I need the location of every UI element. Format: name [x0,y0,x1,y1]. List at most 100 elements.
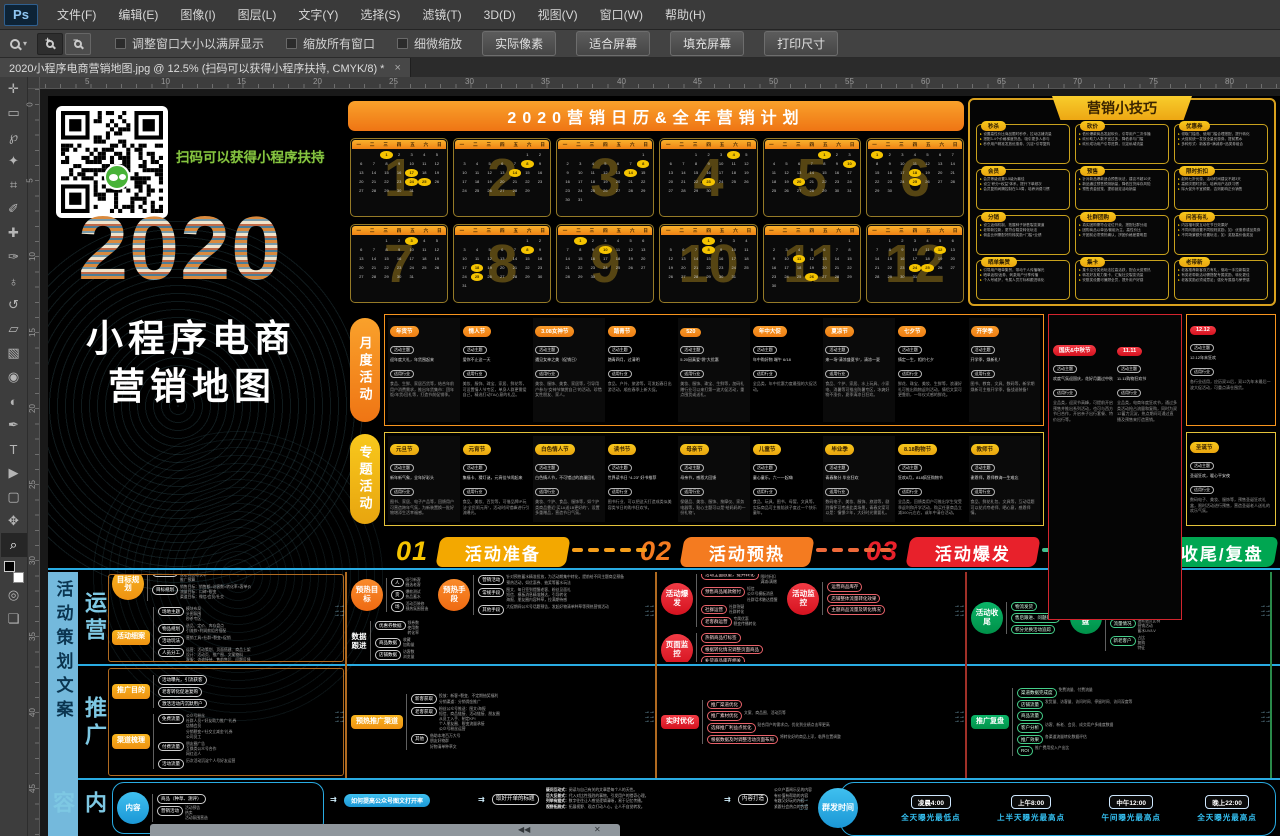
day-number: 8 [871,160,884,168]
close-tab-icon[interactable]: × [394,62,400,74]
day-number: 22 [637,178,650,186]
menu-item-1[interactable]: 编辑(E) [107,0,169,30]
flow-arrow-icon: ⇉ [478,795,485,804]
taskbar-hint-icon[interactable]: ◀◀ [518,825,530,834]
menu-item-6[interactable]: 滤镜(T) [411,0,472,30]
taskbar-hint-icon[interactable]: ✕ [594,825,601,834]
history-brush-tool-icon[interactable]: ↺ [1,293,27,317]
tips-cards: 秒杀▸设置高性价比商品限时秒杀，拉动店铺流量▸搭配3-4个价格梯度货品，吸引更多… [976,124,1268,300]
day-number: 12 [624,246,637,254]
clone-stamp-tool-icon[interactable]: ♁ [1,269,27,293]
option-checkbox-1[interactable]: 缩放所有窗口 [286,35,375,52]
lasso-tool-icon[interactable]: ℘ [1,125,27,149]
option-button-3[interactable]: 打印尺寸 [764,31,838,56]
document-tab[interactable]: 2020小程序电商营销地图.jpg @ 12.5% (扫码可以获得小程序扶持, … [0,58,411,77]
activity-badge: 3.08女神节 [535,326,574,337]
day-number: 20 [793,178,806,186]
industry-pill: 适用行业 [608,370,632,378]
move-tool-icon[interactable]: ✛ [1,77,27,101]
menu-item-0[interactable]: 文件(F) [46,0,107,30]
mindmap-branch: 场地主题模块布局头图氛围秒杀专区 [158,607,251,622]
taskbar-hint[interactable]: ◀◀ ✕ [150,824,620,836]
zoom-tool-icon[interactable]: ⌕ [1,533,27,557]
weekday-label: 二 [576,228,581,234]
activity-badge: 教师节 [971,444,1000,455]
column-divider [1270,572,1272,778]
tip-text: 秒杀用户精准发放优惠券，沉淀+引导复购 [983,142,1050,147]
bullet-lead: 列举有据式： [546,799,569,803]
day-number: 9 [587,246,600,254]
dodge-tool-icon[interactable]: ◐ [1,389,27,413]
menu-item-2[interactable]: 图像(I) [169,0,226,30]
sendtime-note: 全天曝光最低点 [901,812,961,823]
activity-column: 教师节活动主题谢恩师，恩师教诲一生难忘适用行业食品、鲜花礼包、文具等，互动话题可… [969,436,1041,522]
zoom-out-button[interactable]: − [65,33,91,55]
day-number: 17 [909,255,922,263]
zoom-tool-icon[interactable]: ▾ [0,39,37,49]
eraser-tool-icon[interactable]: ▱ [1,317,27,341]
day-number: 5 [431,237,444,245]
quick-mask-icon[interactable]: ◎ [1,583,27,607]
type-tool-icon[interactable]: T [1,437,27,461]
blur-tool-icon[interactable]: ◉ [1,365,27,389]
day-number: 17 [458,264,471,272]
activity-column: 读书节活动主题世界读书日 “4.23” 好书推荐适用行业图书行业、可以把这天打造… [606,436,678,522]
eyedropper-tool-icon[interactable]: ✐ [1,197,27,221]
weekday-label: 五 [410,142,415,148]
option-button-2[interactable]: 填充屏幕 [670,31,744,56]
shape-tool-icon[interactable]: ▢ [1,485,27,509]
tip-line: ▸会员复购间隔控制在3-5周，培养消费习惯 [980,187,1066,192]
menu-item-8[interactable]: 视图(V) [527,0,589,30]
mindmap-cluster: 实时优化推广渠道优化推广素材优化文案、商品图、活动页等选择推广利益点优化贴合用户… [661,700,841,745]
calendar-month: 一二三四五六日111234567891011121314151617181920… [763,224,861,303]
option-button-1[interactable]: 适合屏幕 [576,31,650,56]
crop-tool-icon[interactable]: ⌗ [1,173,27,197]
quick-select-tool-icon[interactable]: ✦ [1,149,27,173]
day-number: 23 [534,178,547,186]
day-number: 28 [690,273,703,281]
menu-item-5[interactable]: 选择(S) [349,0,411,30]
path-select-tool-icon[interactable]: ▶ [1,461,27,485]
document-canvas[interactable]: 扫码可以获得小程序扶持 2020 小程序电商 营销地图 2020营销日历&全年营… [40,89,1280,836]
gradient-tool-icon[interactable]: ▧ [1,341,27,365]
day-number: 5 [805,246,818,254]
marquee-tool-icon[interactable]: ▭ [1,101,27,125]
day-number: 11 [921,246,934,254]
menu-item-10[interactable]: 帮助(H) [654,0,717,30]
healing-brush-tool-icon[interactable]: ✚ [1,221,27,245]
menu-item-3[interactable]: 图层(L) [227,0,288,30]
day-number: 13 [818,255,831,263]
option-checkbox-2[interactable]: 细微缩放 [397,35,462,52]
menu-item-4[interactable]: 文字(Y) [287,0,349,30]
screen-mode-icon[interactable]: ❏ [1,607,27,631]
option-checkbox-0[interactable]: 调整窗口大小以满屏显示 [115,35,264,52]
day-number: 14 [805,169,818,177]
brush-tool-icon[interactable]: ✑ [1,245,27,269]
background-color-swatch[interactable] [13,572,24,583]
branch-line: 好物清单种草文 [430,745,460,750]
day-number: 18 [418,255,431,263]
pen-tool-icon[interactable]: ✒ [1,413,27,437]
day-blank [677,151,690,159]
option-button-0[interactable]: 实际像素 [482,31,556,56]
mindmap-branch: 老客转化促进复购 [158,687,207,697]
hand-tool-icon[interactable]: ✥ [1,509,27,533]
day-blank [509,151,522,159]
day-number: 24 [458,187,471,195]
menu-item-9[interactable]: 窗口(W) [589,0,654,30]
foreground-color-swatch[interactable] [4,561,15,572]
sendtime-time: 中午12:00 [1109,795,1153,809]
menu-item-7[interactable]: 3D(D) [473,0,527,30]
day-number: 28 [561,273,574,281]
weekday-label: 一 [460,142,465,148]
weekday-label: 三 [796,142,801,148]
day-blank [805,151,818,159]
mindmap-branch: 社群运营社群答疑社群转化 [701,605,777,615]
mindmap-branches: 热销商品打标签根据转化情况调整页面商品补货商品库存相关 [696,633,763,662]
color-swatches[interactable] [4,561,24,583]
industry-pill: 适用行业 [390,488,414,496]
zoom-in-button[interactable]: + [37,33,63,55]
day-number: 12 [599,169,612,177]
branch-pill: 主题商品流量及转化情况 [827,605,885,615]
day-number: 2 [702,151,715,159]
